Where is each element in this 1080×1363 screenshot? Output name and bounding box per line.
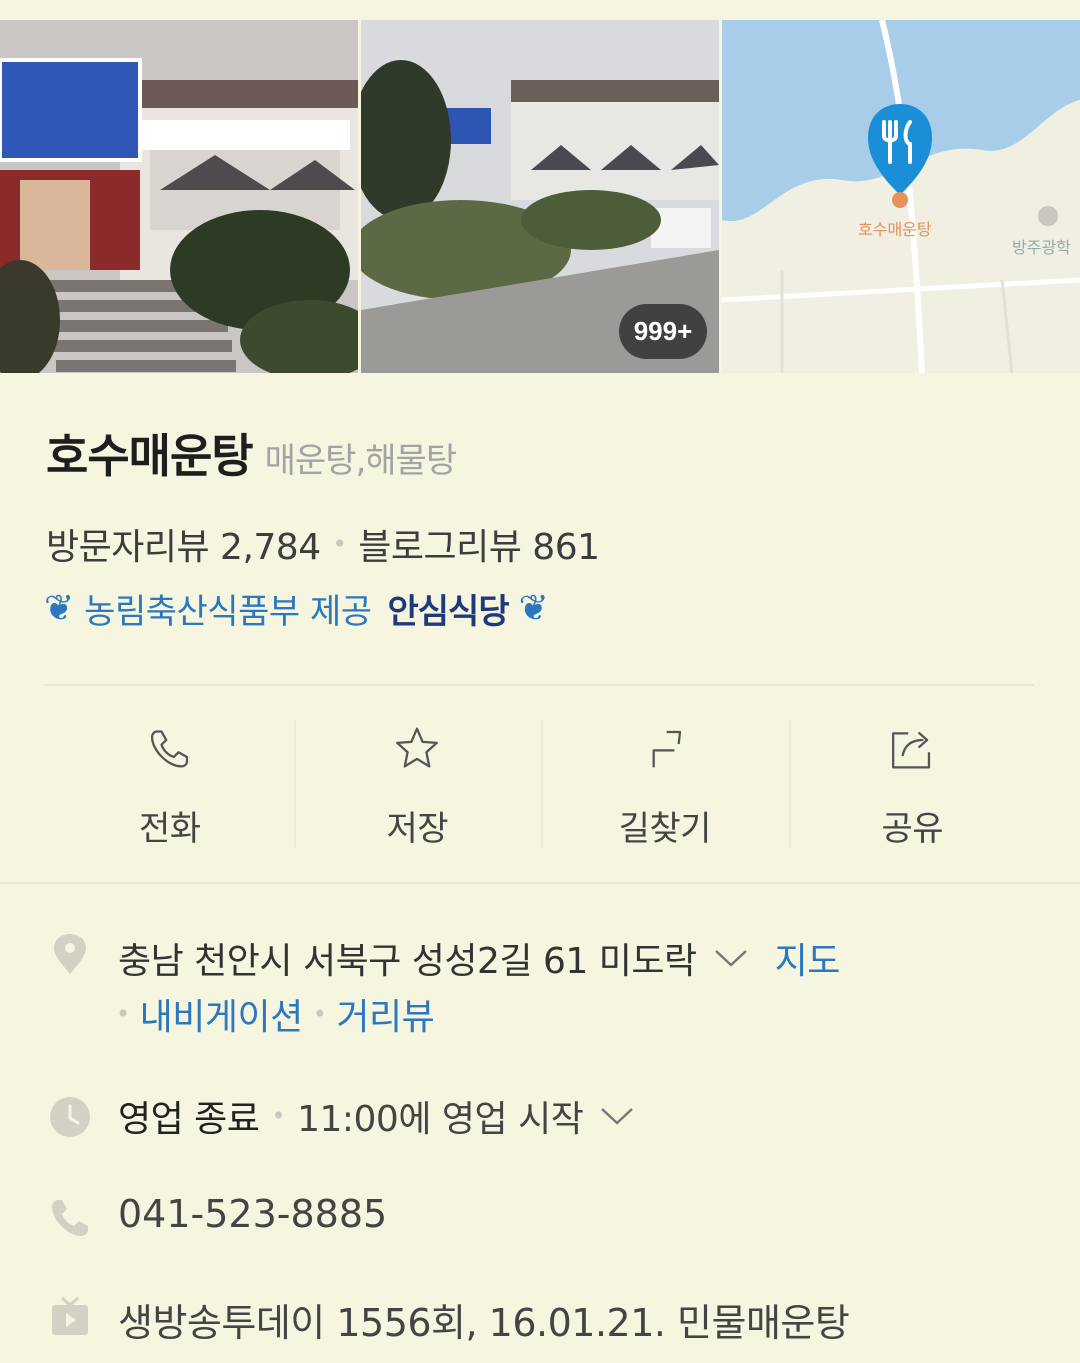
action-bar: 전화 저장 길찾기 공유: [46, 720, 1036, 850]
directions-icon: [652, 730, 681, 768]
separator-dot: •: [116, 1000, 130, 1028]
clock-icon: [50, 1097, 90, 1137]
photo-count-badge[interactable]: 999+: [619, 304, 707, 359]
place-detail-page: 999+ 호수매운탕 방주광학 호수매운탕 매운탕,해물탕 방문자리뷰 2,78…: [0, 0, 1080, 1363]
separator-dot: •: [332, 530, 347, 558]
safe-restaurant-certification: ❦ 농림축산식품부 제공 안심식당 ❦: [44, 584, 549, 633]
navigation-link[interactable]: 내비게이션: [140, 988, 304, 1040]
reviews-row: 방문자리뷰 2,784 • 블로그리뷰 861: [46, 518, 600, 570]
directions-button[interactable]: 길찾기: [541, 720, 789, 850]
save-button[interactable]: 저장: [293, 720, 542, 850]
phone-icon: [52, 1200, 88, 1236]
map-pin-label: 호수매운탕: [858, 220, 932, 239]
phone-icon: [150, 730, 188, 768]
directions-label: 길찾기: [618, 809, 712, 849]
place-name: 호수매운탕: [46, 429, 254, 483]
separator-dot: •: [312, 1000, 327, 1028]
save-label: 저장: [386, 809, 449, 849]
blog-review-count[interactable]: 블로그리뷰 861: [358, 518, 600, 570]
star-icon: [396, 727, 439, 768]
place-category: 매운탕,해물탕: [264, 441, 457, 481]
restaurant-photo-1[interactable]: [0, 20, 358, 373]
location-pin-icon: [54, 934, 86, 974]
share-label: 공유: [881, 809, 944, 849]
business-hours-row[interactable]: 영업 종료 • 11:00에 영업 시작: [118, 1090, 635, 1142]
share-icon: [892, 731, 931, 769]
divider: [0, 882, 1080, 884]
photo-strip[interactable]: 999+ 호수매운탕 방주광학: [0, 20, 1080, 373]
call-label: 전화: [138, 809, 201, 849]
tv-icon: [52, 1296, 88, 1335]
chevron-down-icon[interactable]: [599, 1105, 635, 1127]
map-poi-label: 방주광학: [1012, 238, 1071, 257]
address-links-row: • 내비게이션 • 거리뷰: [116, 988, 435, 1040]
divider: [44, 684, 1034, 686]
certification-badge: 안심식당: [387, 592, 510, 632]
street-view-link[interactable]: 거리뷰: [336, 988, 434, 1040]
separator-dot: •: [271, 1102, 286, 1130]
phone-number[interactable]: 041-523-8885: [118, 1192, 387, 1236]
call-button[interactable]: 전화: [46, 720, 294, 850]
laurel-left-icon: ❦: [44, 588, 75, 629]
map-thumbnail[interactable]: 호수매운탕 방주광학: [722, 20, 1080, 373]
hours-status: 영업 종료: [118, 1099, 260, 1140]
address-row: 충남 천안시 서북구 성성2길 61 미도락 지도: [118, 932, 840, 984]
hours-next-open: 11:00에 영업 시작: [297, 1099, 584, 1140]
chevron-down-icon[interactable]: [713, 947, 749, 969]
share-button[interactable]: 공유: [788, 720, 1037, 850]
map-link[interactable]: 지도: [775, 932, 841, 984]
address-text: 충남 천안시 서북구 성성2길 61 미도락: [118, 941, 697, 982]
tv-broadcast-info: 생방송투데이 1556회, 16.01.21. 민물매운탕: [118, 1301, 850, 1345]
restaurant-photo-2[interactable]: 999+: [361, 20, 719, 373]
title-row: 호수매운탕 매운탕,해물탕: [46, 420, 457, 486]
laurel-right-icon: ❦: [518, 588, 549, 629]
certification-provider: 농림축산식품부 제공: [84, 592, 372, 632]
visitor-review-count[interactable]: 방문자리뷰 2,784: [46, 518, 321, 570]
